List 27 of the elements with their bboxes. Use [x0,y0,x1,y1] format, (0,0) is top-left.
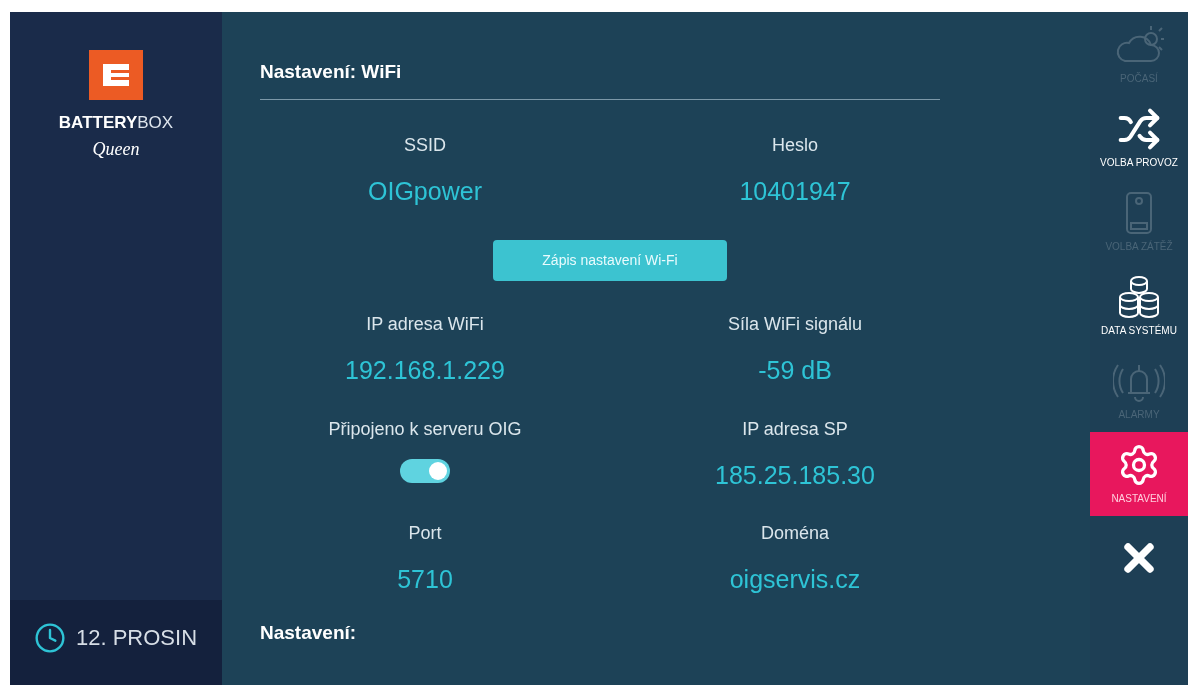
brand-name: BATTERYBOX [58,112,174,134]
logo-icon [89,50,143,100]
field-label: Heslo [772,133,818,157]
field-label: IP adresa SP [742,417,848,441]
dialog-title: Nastavení: WiFi [260,61,402,82]
brand-subtitle: Queen [92,137,140,161]
field-label: Síla WiFi signálu [727,313,862,336]
clock-icon [34,621,66,654]
field-value: 10401947 [739,175,851,207]
field-label: IP adresa WiFi [366,313,484,336]
sidebar-item[interactable]: DATA SYSTÉMU [1090,264,1188,348]
field-label: SSID [404,133,446,157]
section-title: Nastavení: [260,620,358,645]
toggle-switch[interactable] [400,458,450,483]
field-value: 185.25.185.30 [715,459,875,491]
status-date: 12. PROSIN [76,624,198,652]
field-value: -59 dB [758,355,832,386]
field-label: Port [408,522,442,545]
sidebar-item[interactable]: NASTAVENÍ [1090,432,1188,516]
field-value: oigservis.cz [729,564,861,595]
field-value: OIGpower [368,175,482,207]
field-value: 192.168.1.229 [345,355,505,386]
sidebar-item[interactable]: VOLBA PROVOZ [1090,96,1188,180]
field-value: 5710 [397,564,453,595]
field-label: Doména [760,522,829,545]
save-wifi-button[interactable]: Zápis nastavení Wi-Fi [493,240,727,281]
field-label: Připojeno k serveru OIG [328,417,522,441]
